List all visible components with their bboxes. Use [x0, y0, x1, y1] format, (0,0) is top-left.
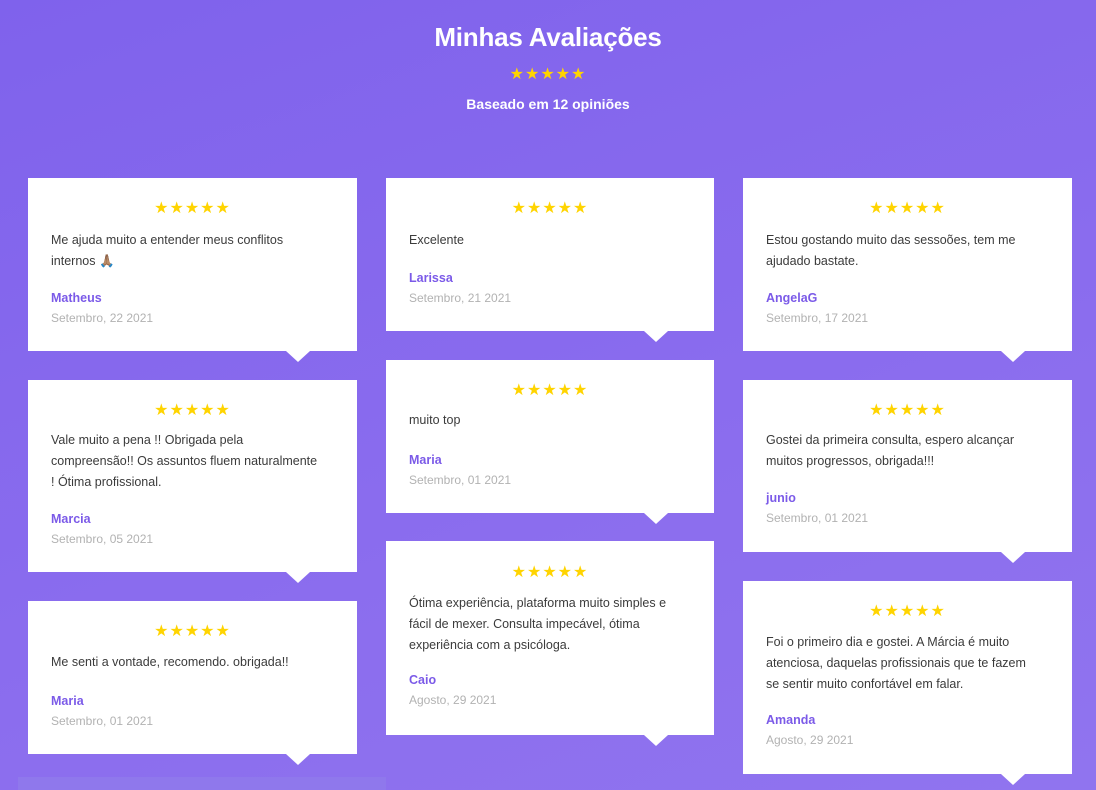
- review-date: Setembro, 17 2021: [766, 311, 869, 325]
- rating-stars-icon: ★★★★★: [869, 200, 946, 217]
- reviewer-name: Maria: [409, 453, 442, 467]
- reviewer-name: AngelaG: [766, 291, 818, 305]
- page-title: Minhas Avaliações: [434, 22, 662, 52]
- reviewer-name: Marcia: [51, 512, 91, 526]
- review-date: Setembro, 01 2021: [51, 714, 154, 728]
- bottom-fade-strip: [18, 777, 386, 790]
- review-date: Setembro, 21 2021: [409, 291, 512, 305]
- review-card: ★★★★★ Excelente Larissa Setembro, 21 202…: [386, 178, 714, 342]
- rating-stars-icon: ★★★★★: [511, 200, 589, 217]
- review-date: Agosto, 29 2021: [409, 693, 497, 707]
- review-text: Me senti a vontade, recomendo. obrigada!…: [51, 655, 289, 669]
- rating-stars-icon: ★★★★★: [869, 402, 946, 419]
- reviewer-name: Amanda: [766, 713, 816, 727]
- review-text: Excelente: [409, 233, 464, 247]
- rating-stars-icon: ★★★★★: [869, 603, 946, 620]
- review-card: ★★★★★ Estou gostando muito das sessoões,…: [743, 178, 1072, 362]
- reviewer-name: junio: [766, 491, 796, 505]
- reviewer-name: Matheus: [51, 291, 102, 305]
- rating-stars-icon: ★★★★★: [154, 402, 231, 419]
- review-text: Gostei da primeira consulta, espero alca…: [766, 433, 1015, 468]
- review-text: Foi o primeiro dia e gostei. A Márcia é …: [766, 635, 1026, 691]
- review-date: Setembro, 01 2021: [766, 511, 869, 525]
- review-card: ★★★★★ Me senti a vontade, recomendo. obr…: [28, 601, 357, 765]
- review-date: Agosto, 29 2021: [766, 733, 854, 747]
- review-card: ★★★★★ Me ajuda muito a entender meus con…: [28, 178, 357, 362]
- review-text: Vale muito a pena !! Obrigada pela compr…: [51, 433, 318, 489]
- review-text: muito top: [409, 413, 461, 427]
- review-text: Me ajuda muito a entender meus conflitos…: [51, 233, 284, 268]
- review-card: ★★★★★ Gostei da primeira consulta, esper…: [743, 380, 1072, 563]
- reviewer-name: Larissa: [409, 271, 453, 285]
- review-count-text: Baseado em 12 opiniões: [466, 96, 630, 112]
- overall-rating-stars-icon: ★★★★★: [509, 66, 587, 83]
- review-date: Setembro, 05 2021: [51, 532, 154, 546]
- reviewer-name: Caio: [409, 673, 437, 687]
- review-card: ★★★★★ muito top Maria Setembro, 01 2021: [386, 360, 714, 524]
- review-card: ★★★★★ Vale muito a pena !! Obrigada pela…: [28, 380, 357, 583]
- rating-stars-icon: ★★★★★: [511, 382, 589, 399]
- review-card: ★★★★★ Foi o primeiro dia e gostei. A Már…: [743, 581, 1072, 785]
- review-date: Setembro, 22 2021: [51, 311, 154, 325]
- review-card: ★★★★★ Ótima experiência, plataforma muit…: [386, 541, 714, 746]
- rating-stars-icon: ★★★★★: [511, 564, 589, 581]
- reviewer-name: Maria: [51, 694, 84, 708]
- review-text: Estou gostando muito das sessoões, tem m…: [766, 233, 1016, 268]
- rating-stars-icon: ★★★★★: [154, 200, 231, 217]
- rating-stars-icon: ★★★★★: [154, 623, 231, 640]
- review-date: Setembro, 01 2021: [409, 473, 512, 487]
- review-text: Ótima experiência, plataforma muito simp…: [409, 596, 667, 652]
